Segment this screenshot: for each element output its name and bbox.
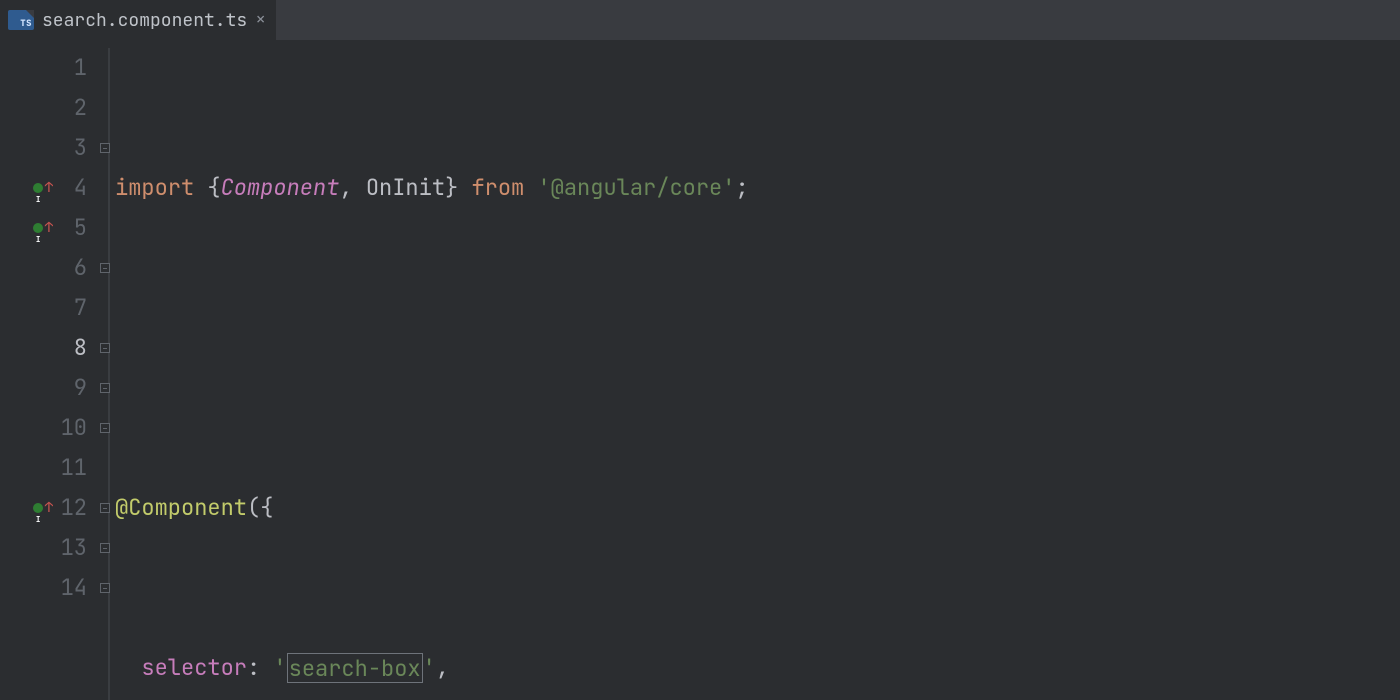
fold-handle-icon[interactable] xyxy=(100,343,110,353)
gutter-line: 6 xyxy=(0,248,95,288)
fold-handle-icon[interactable] xyxy=(100,423,110,433)
code-editor[interactable]: 1 2 3 ↑4 ↑5 6 7 8 9 10 11 ↑12 13 14 xyxy=(0,40,1400,700)
rename-occurrence: search-box xyxy=(287,653,423,683)
code-area[interactable]: import {Component, OnInit} from '@angula… xyxy=(115,40,1400,700)
typescript-file-icon: TS xyxy=(8,10,34,30)
tab-bar: TS search.component.ts × xyxy=(0,0,1400,40)
gutter-line: 3 xyxy=(0,128,95,168)
override-marker-icon[interactable]: ↑ xyxy=(29,168,57,208)
override-marker-icon[interactable]: ↑ xyxy=(29,488,57,528)
gutter-line: 1 xyxy=(0,48,95,88)
code-line[interactable] xyxy=(115,328,1400,368)
gutter-line: ↑5 xyxy=(0,208,95,248)
code-line[interactable]: @Component({ xyxy=(115,488,1400,528)
gutter-line: 7 xyxy=(0,288,95,328)
gutter-line: 13 xyxy=(0,528,95,568)
gutter-line: 10 xyxy=(0,408,95,448)
gutter-line: ↑12 xyxy=(0,488,95,528)
gutter-line: 11 xyxy=(0,448,95,488)
editor-tab[interactable]: TS search.component.ts × xyxy=(0,0,276,40)
editor-root: TS search.component.ts × 1 2 3 ↑4 ↑5 6 7… xyxy=(0,0,1400,700)
gutter-line: 14 xyxy=(0,568,95,608)
code-line[interactable]: selector: 'search-box', xyxy=(115,648,1400,688)
file-icon-label: TS xyxy=(18,16,34,30)
fold-column xyxy=(95,40,115,700)
fold-handle-icon[interactable] xyxy=(100,503,110,513)
fold-handle-icon[interactable] xyxy=(100,143,110,153)
gutter-line: 9 xyxy=(0,368,95,408)
fold-handle-icon[interactable] xyxy=(100,583,110,593)
fold-handle-icon[interactable] xyxy=(100,263,110,273)
gutter-line: ↑4 xyxy=(0,168,95,208)
tab-title: search.component.ts xyxy=(42,9,247,32)
fold-handle-icon[interactable] xyxy=(100,543,110,553)
fold-handle-icon[interactable] xyxy=(100,383,110,393)
gutter-line: 8 xyxy=(0,328,95,368)
close-icon[interactable]: × xyxy=(255,11,266,29)
override-marker-icon[interactable]: ↑ xyxy=(29,208,57,248)
code-line[interactable]: import {Component, OnInit} from '@angula… xyxy=(115,168,1400,208)
gutter: 1 2 3 ↑4 ↑5 6 7 8 9 10 11 ↑12 13 14 xyxy=(0,40,95,700)
gutter-line: 2 xyxy=(0,88,95,128)
